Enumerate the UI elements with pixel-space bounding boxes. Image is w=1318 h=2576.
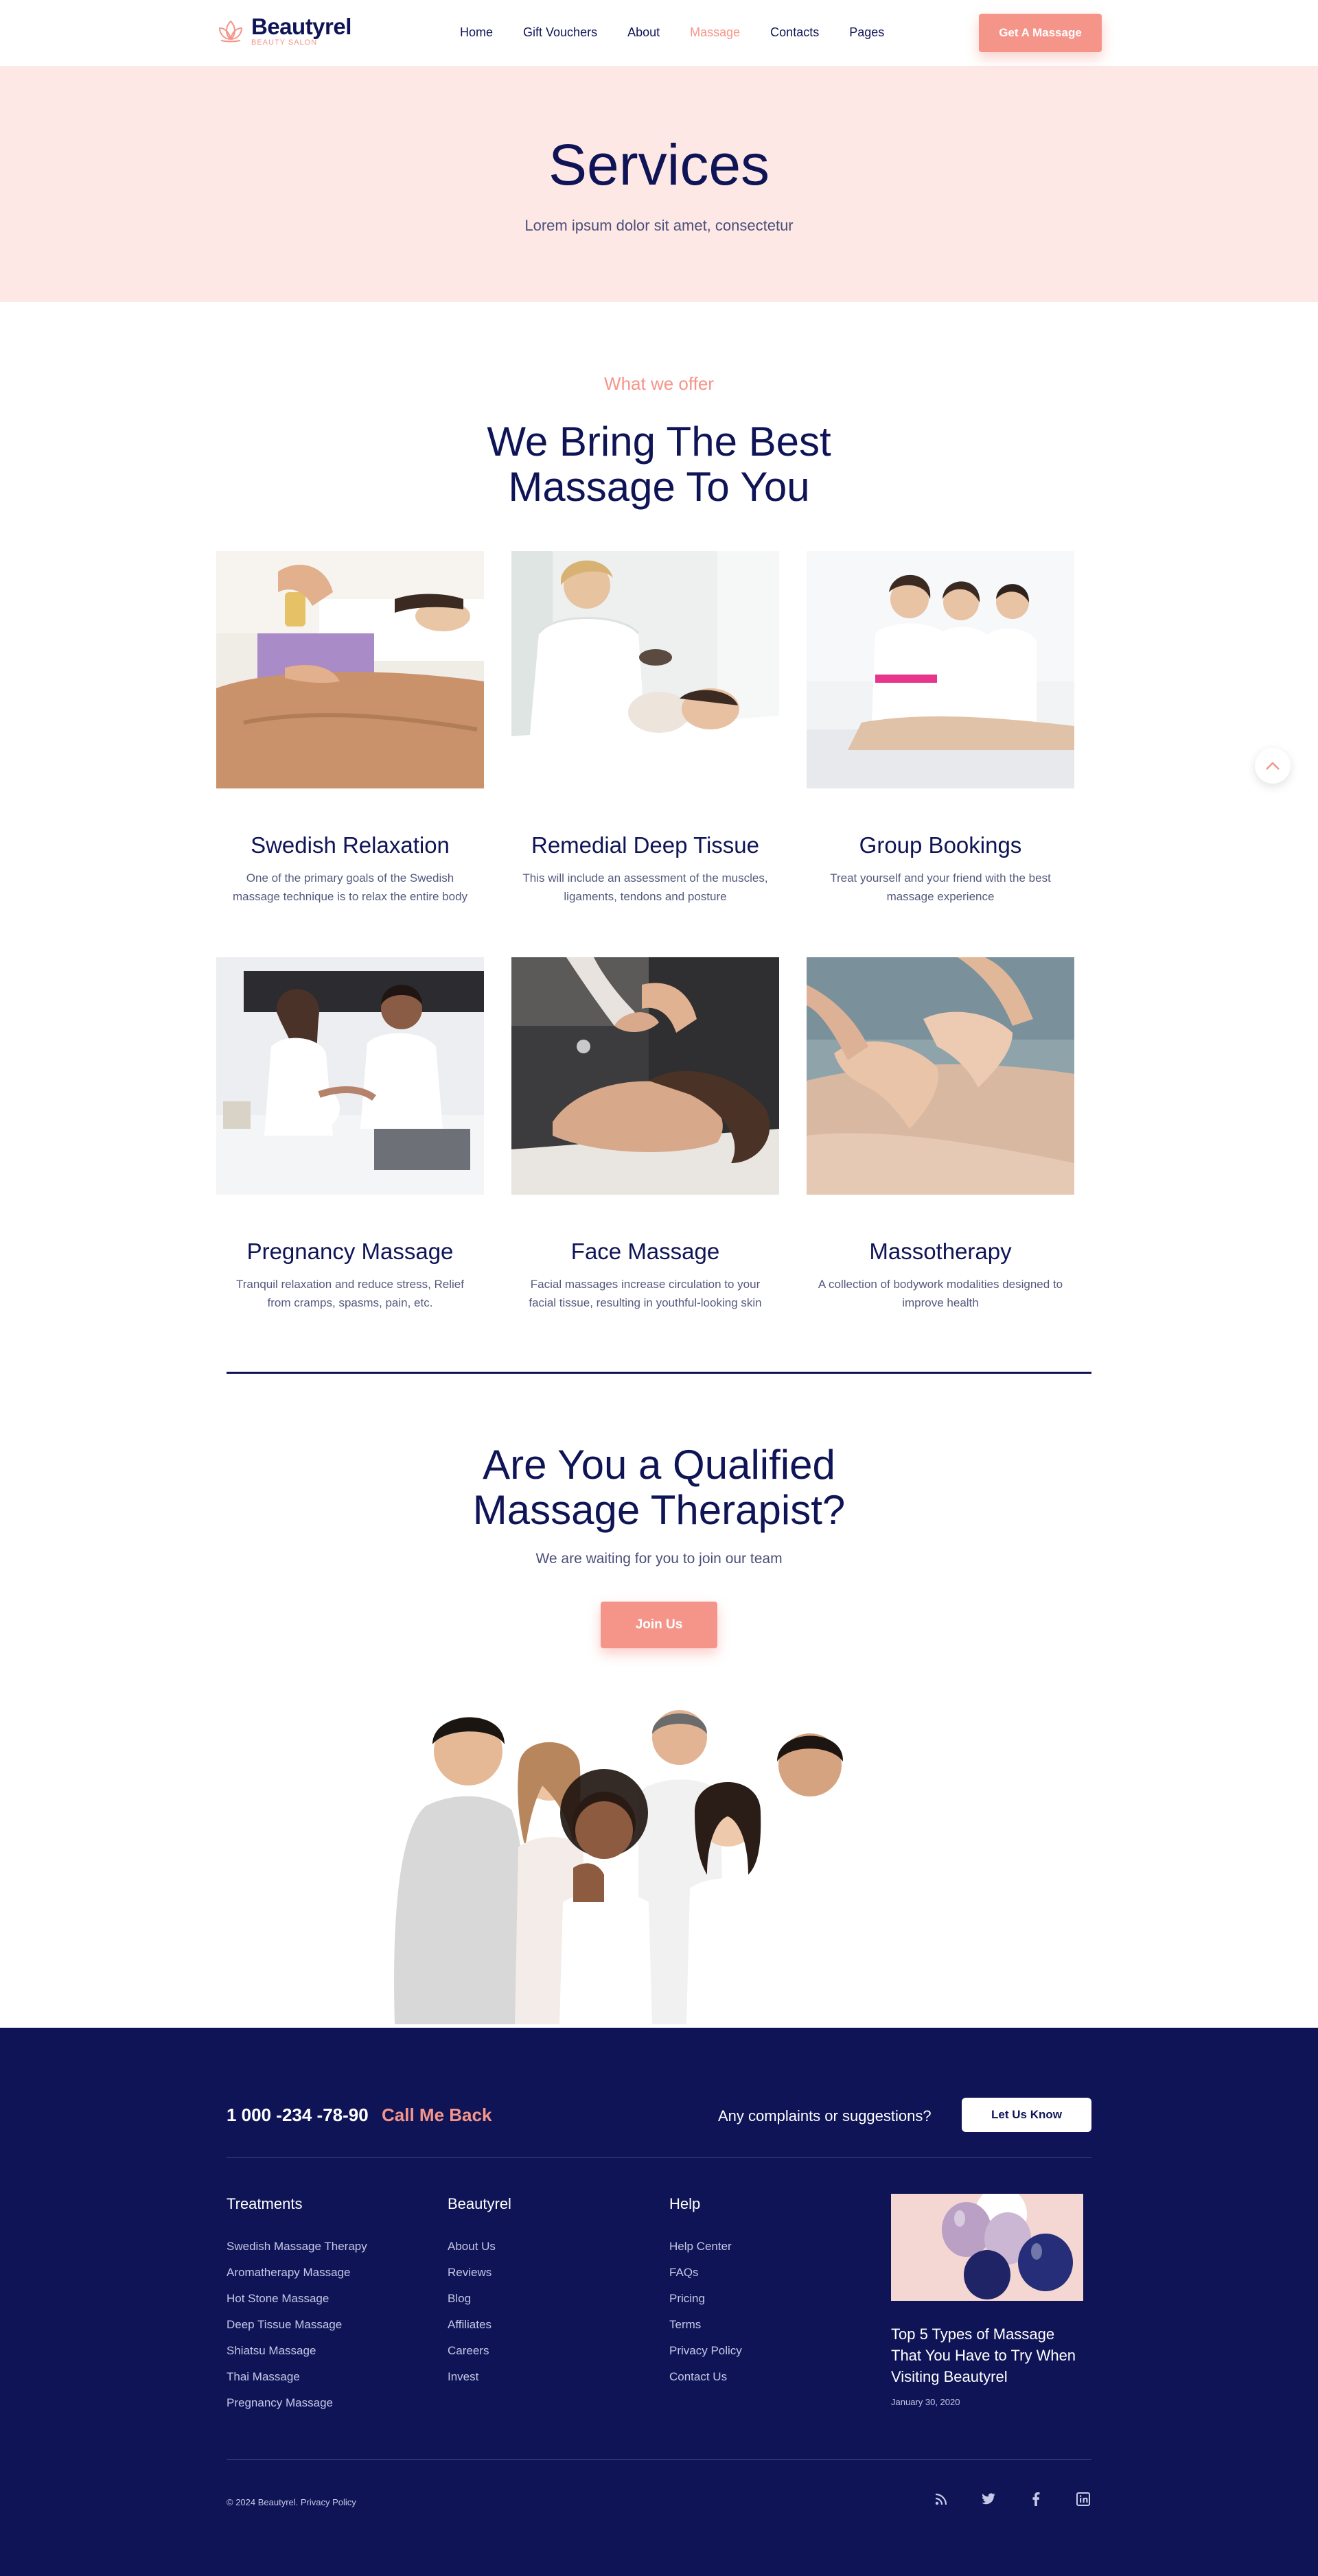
linkedin-icon[interactable] (1073, 2489, 1094, 2509)
logo[interactable]: Beautyrel BEAUTY SALON (216, 15, 351, 47)
service-desc: Facial massages increase circulation to … (529, 1278, 762, 1309)
service-title: Pregnancy Massage (246, 1239, 454, 1264)
nav-gift-vouchers[interactable]: Gift Vouchers (523, 25, 597, 40)
social-links (931, 2489, 1120, 2509)
service-card[interactable]: Face Massage Facial massages increase ci… (511, 957, 779, 1363)
balloons-photo (891, 2187, 1083, 2301)
footer-link[interactable]: Pregnancy Massage (227, 2390, 367, 2416)
footer-divider (227, 2459, 1091, 2460)
scroll-to-top-button[interactable] (1255, 748, 1291, 784)
service-card[interactable]: Pregnancy Massage Tranquil relaxation an… (216, 957, 484, 1363)
facebook-icon[interactable] (1026, 2489, 1046, 2509)
hero-banner: Services Lorem ipsum dolor sit amet, con… (0, 66, 1318, 302)
footer-link[interactable]: Swedish Massage Therapy (227, 2234, 367, 2260)
join-title: Are You a Qualified Massage Therapist? (0, 1442, 1318, 1533)
join-title-line2: Massage Therapist? (472, 1487, 846, 1533)
services-grid: Swedish Relaxation One of the primary go… (216, 551, 1102, 1363)
service-desc: Treat yourself and your friend with the … (830, 871, 1051, 903)
copyright: © 2024 Beautyrel. Privacy Policy (227, 2497, 356, 2507)
footer-link[interactable]: Pricing (669, 2286, 742, 2312)
footer-divider (227, 2157, 1091, 2158)
footer-contact-bar: 1 000 -234 -78-90 Call Me Back Any compl… (227, 2098, 1091, 2133)
phone-number[interactable]: 1 000 -234 -78-90 (227, 2105, 369, 2126)
blog-post-title[interactable]: Top 5 Types of Massage That You Have to … (891, 2323, 1083, 2387)
group-bookings-photo (807, 551, 1074, 788)
footer-link[interactable]: Affiliates (448, 2312, 511, 2338)
section-title-line2: Massage To You (508, 464, 810, 510)
section-title-line1: We Bring The Best (487, 419, 831, 465)
nav-pages[interactable]: Pages (849, 25, 884, 40)
complaints-label: Any complaints or suggestions? (718, 2107, 932, 2124)
footer-link[interactable]: Aromatherapy Massage (227, 2260, 367, 2286)
service-title: Remedial Deep Tissue (531, 832, 759, 858)
footer-link[interactable]: Deep Tissue Massage (227, 2312, 367, 2338)
nav-home[interactable]: Home (460, 25, 493, 40)
service-desc: One of the primary goals of the Swedish … (232, 871, 468, 903)
get-a-massage-button[interactable]: Get A Massage (979, 14, 1102, 52)
footer-link[interactable]: Careers (448, 2338, 511, 2364)
footer-link[interactable]: Hot Stone Massage (227, 2286, 367, 2312)
chevron-up-icon (1266, 762, 1280, 770)
deep-tissue-photo (511, 551, 779, 788)
page-title: Services (548, 132, 770, 197)
service-card[interactable]: Swedish Relaxation One of the primary go… (216, 551, 484, 957)
footer-link[interactable]: Reviews (448, 2260, 511, 2286)
nav-contacts[interactable]: Contacts (770, 25, 819, 40)
service-card[interactable]: Group Bookings Treat yourself and your f… (807, 551, 1074, 957)
section-eyebrow: What we offer (604, 373, 714, 394)
join-us-button[interactable]: Join Us (601, 1602, 717, 1648)
service-desc: Tranquil relaxation and reduce stress, R… (236, 1278, 464, 1309)
brand-tagline: BEAUTY SALON (251, 38, 318, 47)
join-subtitle: We are waiting for you to join our team (535, 1551, 783, 1567)
footer-column-title: Beautyrel (448, 2195, 511, 2212)
lotus-logo-icon (218, 20, 243, 43)
service-card[interactable]: Massotherapy A collection of bodywork mo… (807, 957, 1074, 1363)
join-team-section: Are You a Qualified Massage Therapist? W… (0, 1374, 1318, 2028)
footer-link[interactable]: Contact Us (669, 2364, 742, 2390)
pregnancy-massage-photo (216, 957, 484, 1195)
main-nav: Home Gift Vouchers About Massage Contact… (460, 25, 914, 40)
footer-link[interactable]: Shiatsu Massage (227, 2338, 367, 2364)
service-title: Group Bookings (859, 832, 1022, 858)
footer-column-beautyrel: Beautyrel About Us Reviews Blog Affiliat… (448, 2195, 511, 2390)
team-photo (394, 1710, 877, 2024)
brand-name: Beautyrel (251, 14, 351, 39)
service-title: Swedish Relaxation (251, 832, 450, 858)
service-card[interactable]: Remedial Deep Tissue This will include a… (511, 551, 779, 957)
footer-link[interactable]: About Us (448, 2234, 511, 2260)
footer-link[interactable]: Invest (448, 2364, 511, 2390)
swedish-massage-photo (216, 551, 484, 788)
footer-column-treatments: Treatments Swedish Massage Therapy Aroma… (227, 2195, 367, 2416)
face-massage-photo (511, 957, 779, 1195)
footer-link[interactable]: Privacy Policy (669, 2338, 742, 2364)
service-title: Face Massage (570, 1239, 720, 1264)
footer-link[interactable]: FAQs (669, 2260, 742, 2286)
service-title: Massotherapy (869, 1239, 1012, 1264)
rss-icon[interactable] (931, 2489, 951, 2509)
footer-column-title: Treatments (227, 2195, 303, 2212)
site-header: Beautyrel BEAUTY SALON Home Gift Voucher… (0, 0, 1318, 66)
nav-about[interactable]: About (627, 25, 660, 40)
blog-post-date: January 30, 2020 (891, 2397, 960, 2407)
service-desc: This will include an assessment of the m… (522, 871, 768, 903)
service-desc: A collection of bodywork modalities desi… (818, 1278, 1063, 1309)
hero-subtitle: Lorem ipsum dolor sit amet, consectetur (524, 217, 794, 234)
nav-massage[interactable]: Massage (690, 25, 740, 40)
let-us-know-button[interactable]: Let Us Know (962, 2098, 1091, 2132)
footer-column-title: Help (669, 2195, 701, 2212)
site-footer: 1 000 -234 -78-90 Call Me Back Any compl… (0, 2028, 1318, 2576)
footer-link[interactable]: Blog (448, 2286, 511, 2312)
services-section: What we offer We Bring The Best Massage … (0, 302, 1318, 1374)
twitter-icon[interactable] (978, 2489, 999, 2509)
massotherapy-photo (807, 957, 1074, 1195)
footer-link[interactable]: Thai Massage (227, 2364, 367, 2390)
join-title-line1: Are You a Qualified (483, 1442, 835, 1488)
call-me-back-link[interactable]: Call Me Back (382, 2105, 492, 2126)
footer-column-help: Help Help Center FAQs Pricing Terms Priv… (669, 2195, 742, 2390)
footer-link[interactable]: Terms (669, 2312, 742, 2338)
section-title: We Bring The Best Massage To You (0, 419, 1318, 510)
footer-blog-post[interactable]: Top 5 Types of Massage That You Have to … (891, 2187, 1083, 2407)
footer-link[interactable]: Help Center (669, 2234, 742, 2260)
